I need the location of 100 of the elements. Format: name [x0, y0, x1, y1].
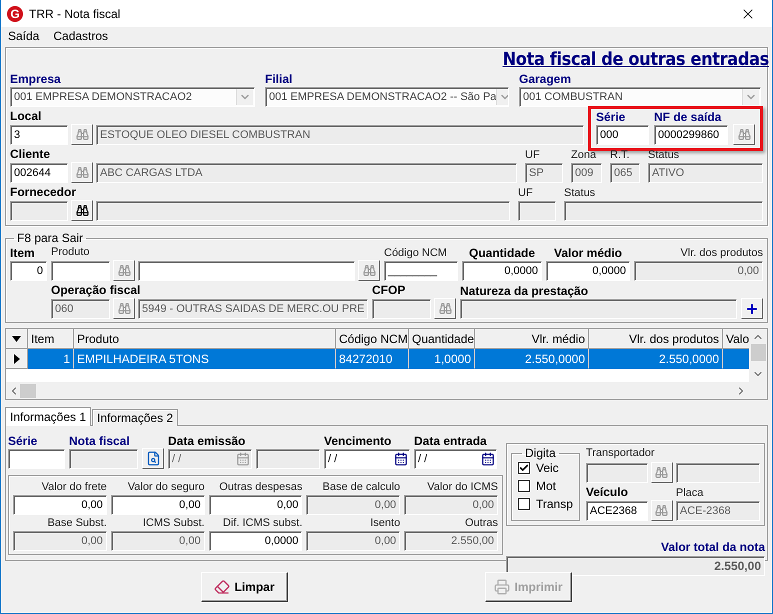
text-field[interactable]: 0,00 — [208, 495, 302, 515]
text-field[interactable]: 0 — [10, 261, 47, 281]
menu-item[interactable]: Saída — [8, 29, 40, 43]
vertical-scrollbar[interactable] — [749, 329, 767, 382]
table-cell: EMPILHADEIRA 5TONS — [74, 349, 336, 369]
field-label: Data emissão — [168, 434, 246, 448]
text-field[interactable]: 002644 — [10, 163, 68, 183]
field-label: Status — [648, 148, 680, 162]
clear-button[interactable]: Limpar — [201, 572, 288, 602]
search-button[interactable] — [71, 200, 93, 221]
table-cell: 1 — [28, 349, 74, 369]
text-field[interactable]: 0,0000 — [208, 531, 302, 551]
date-value: / / — [328, 453, 338, 465]
printer-icon — [494, 579, 510, 595]
field-label: Quantidade — [468, 246, 535, 260]
field-label: Fornecedor — [10, 185, 76, 199]
field-label: Placa — [676, 486, 704, 500]
field-label: Outras — [464, 516, 498, 530]
document-icon — [146, 451, 160, 466]
table-cell: 2.550,0000 — [475, 349, 589, 369]
text-field[interactable] — [51, 261, 110, 281]
table-cell: 2.550,0000 — [589, 349, 723, 369]
table-cell: 84272010 — [336, 349, 409, 369]
field-label: Vencimento — [324, 434, 392, 448]
field-label: Empresa — [10, 72, 61, 86]
field-label: Data entrada — [414, 434, 487, 448]
horizontal-scrollbar[interactable] — [6, 382, 749, 399]
text-field[interactable]: 0,00 — [110, 495, 205, 515]
row-pointer-icon — [14, 354, 20, 364]
binoculars-icon — [655, 466, 668, 479]
text-field[interactable]: 0,00 — [13, 495, 107, 515]
document-button[interactable] — [142, 448, 164, 469]
binoculars-icon — [118, 264, 130, 277]
field-label: NF de saída — [654, 110, 722, 124]
app-logo: G — [7, 6, 23, 22]
field-label: Operação fiscal — [51, 283, 140, 297]
add-button[interactable] — [741, 298, 763, 319]
field-label: Natureza da prestação — [460, 284, 588, 298]
field-label: Valor médio — [554, 246, 622, 260]
field-label: Status — [564, 186, 596, 200]
field-label: Base Subst. — [47, 516, 107, 530]
field-label: Isento — [370, 516, 400, 530]
field-label: ICMS Subst. — [142, 516, 205, 530]
menu-item[interactable]: Cadastros — [53, 29, 108, 43]
tab[interactable]: Informações 1 — [5, 407, 92, 426]
binoculars-icon — [362, 264, 376, 277]
date-value: / / — [418, 453, 428, 465]
field-label: Valor do frete — [42, 480, 107, 494]
field-label: UF — [518, 186, 533, 200]
binoculars-icon — [76, 128, 88, 141]
text-field[interactable]: 000 — [596, 125, 649, 145]
text-field[interactable] — [138, 261, 355, 281]
field-label: Veículo — [586, 485, 628, 499]
field-label: Base de calculo — [322, 480, 400, 494]
binoculars-icon — [655, 504, 668, 517]
text-field[interactable]: ACE2368 — [586, 501, 648, 521]
calendar-icon[interactable] — [481, 452, 495, 466]
date-field[interactable]: / / — [414, 449, 497, 469]
window-title: TRR - Nota fiscal — [29, 6, 122, 20]
text-field[interactable]: 0,0000 — [462, 261, 542, 281]
field-label: Série — [596, 110, 626, 124]
binoculars-icon — [738, 128, 750, 141]
field-label: UF — [525, 148, 540, 162]
field-label: Item — [10, 246, 35, 260]
table-cell: 1,0000 — [409, 349, 475, 369]
binoculars-icon — [118, 302, 130, 315]
field-label: CFOP — [372, 283, 406, 297]
checkbox[interactable] — [518, 462, 530, 474]
text-field[interactable]: ________ — [384, 261, 458, 281]
form-heading: Nota fiscal de outras entradas — [502, 49, 769, 70]
checkbox-label: Veic — [536, 461, 559, 475]
date-value: / / — [172, 453, 182, 465]
table-row[interactable]: 1 EMPILHADEIRA 5TONS 84272010 1,0000 2.550,0000 2.550,0000 — [6, 349, 749, 369]
field-label: Nota fiscal — [69, 434, 130, 448]
binoculars-icon — [76, 166, 88, 179]
field-label: Local — [10, 109, 42, 123]
field-label: Valor do ICMS — [427, 480, 498, 494]
binoculars-icon — [438, 302, 452, 315]
caret-icon[interactable] — [12, 336, 21, 342]
date-field[interactable]: / / — [324, 449, 410, 469]
scrollbar-thumb[interactable] — [750, 344, 766, 361]
checkbox[interactable] — [518, 498, 530, 510]
field-label: R.T. — [610, 148, 630, 162]
text-field[interactable]: 0,0000 — [546, 261, 630, 281]
field-label: Série — [8, 434, 38, 448]
scrollbar-thumb[interactable] — [20, 384, 36, 398]
field-label: Valor do seguro — [128, 480, 205, 494]
calendar-icon[interactable] — [394, 452, 408, 466]
field-label: Garagem — [519, 72, 572, 86]
text-field[interactable]: 3 — [10, 125, 68, 145]
field-label: Cliente — [10, 147, 50, 161]
group-legend: F8 para Sair — [14, 231, 86, 245]
field-label: Transportador — [586, 446, 655, 460]
tab[interactable]: Informações 2 — [92, 409, 178, 426]
field-label: Código NCM — [384, 246, 447, 260]
text-field[interactable] — [8, 449, 65, 469]
checkbox-label: Mot — [536, 479, 556, 493]
text-field[interactable]: 0000299860 — [654, 125, 728, 145]
checkbox[interactable] — [518, 480, 530, 492]
caret-icon — [742, 89, 759, 105]
